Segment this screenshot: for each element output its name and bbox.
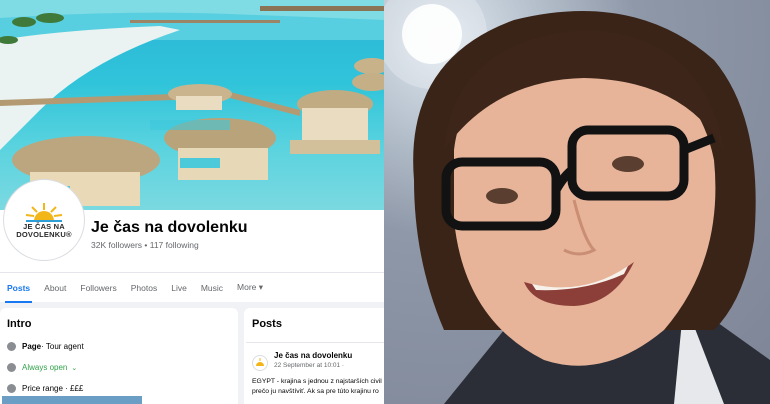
intro-price-row: Price range · £££ [7, 384, 83, 393]
tab-followers[interactable]: Followers [73, 273, 123, 303]
portrait-illustration [384, 0, 770, 404]
portrait-photo [384, 0, 770, 404]
sun-logo-icon [25, 203, 63, 222]
post-author-avatar[interactable] [252, 355, 268, 371]
intro-title: Intro [7, 318, 32, 330]
tab-live[interactable]: Live [164, 273, 194, 303]
follower-stats[interactable]: 32K followers • 117 following [91, 240, 199, 250]
facebook-page-screenshot: JE ČAS NA DOVOLENKU® Je čas na dovolenku… [0, 0, 384, 404]
hours-label: Always open [22, 363, 68, 372]
tab-posts[interactable]: Posts [0, 273, 37, 303]
intro-hours-row[interactable]: Always open ⌄ [7, 363, 77, 372]
tab-more[interactable]: More ▾ [230, 273, 270, 303]
tab-about[interactable]: About [37, 273, 73, 303]
tag-icon [7, 384, 16, 393]
posts-card: Posts Je čas na dovolenku 22 September a… [244, 308, 384, 404]
post-image[interactable] [2, 396, 142, 404]
post-text-line-1: EGYPT - krajina s jednou z najstarších c… [252, 378, 382, 385]
intro-card: Intro Page · Tour agent Always open ⌄ Pr… [0, 308, 238, 404]
cover-illustration [0, 0, 384, 206]
chevron-down-icon: ⌄ [71, 364, 78, 372]
page-tabs: Posts About Followers Photos Live Music … [0, 272, 384, 303]
posts-title: Posts [252, 318, 282, 330]
page-title: Je čas na dovolenku [91, 219, 248, 236]
tab-music[interactable]: Music [194, 273, 230, 303]
cover-photo [0, 0, 384, 210]
intro-category-row: Page · Tour agent [7, 342, 84, 351]
sun-logo-icon [256, 358, 264, 366]
page-label: Page [22, 342, 42, 351]
price-label: Price range · £££ [22, 384, 84, 393]
clock-icon [7, 363, 16, 372]
category-label: · Tour agent [41, 342, 84, 351]
post-item[interactable]: Je čas na dovolenku 22 September at 10:0… [246, 342, 384, 404]
post-text-line-2: prečo ju navštíviť. Ak sa pre túto kraji… [252, 388, 379, 395]
logo-line-2: DOVOLENKU® [16, 230, 72, 239]
page-avatar[interactable]: JE ČAS NA DOVOLENKU® [4, 180, 84, 260]
post-author[interactable]: Je čas na dovolenku [274, 351, 352, 360]
tab-photos[interactable]: Photos [124, 273, 164, 303]
post-date[interactable]: 22 September at 10:01 · [274, 362, 344, 369]
info-icon [7, 342, 16, 351]
